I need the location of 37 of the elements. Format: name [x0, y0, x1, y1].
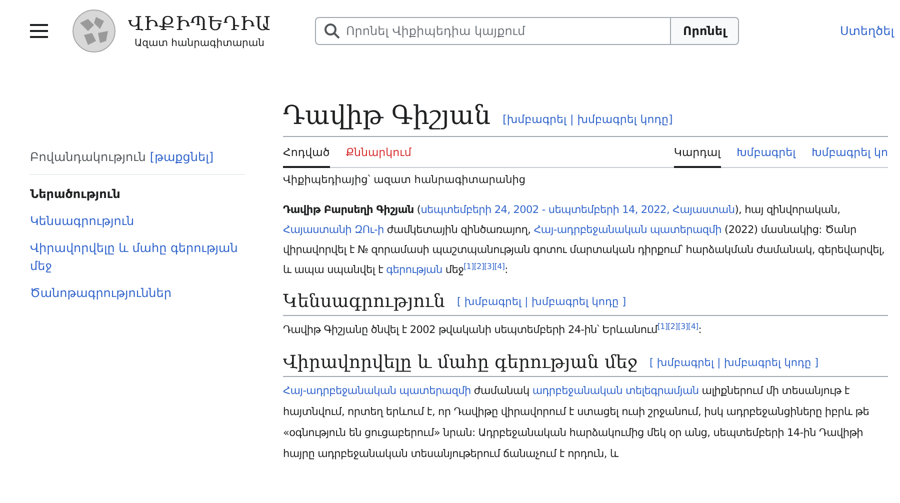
toc-item[interactable]: Կենսագրություն [30, 212, 245, 230]
logo-tagline: Ազատ հանրագիտարան [134, 36, 264, 50]
page-tab[interactable]: Հոդված [283, 137, 330, 168]
inline-link[interactable]: գերության [386, 264, 442, 276]
toc-title: Բովանդակություն [30, 149, 146, 166]
reference-link[interactable]: [1][2][3][4] [464, 262, 505, 272]
section-edit-links[interactable]: [ խմբագրել | խմբագրել կոդը ] [649, 356, 819, 372]
globe-logo-icon[interactable] [72, 9, 116, 53]
reference-link[interactable]: [1][2][3][4] [657, 322, 698, 332]
create-account-link[interactable]: Ստեղծել [840, 22, 894, 40]
toc-item[interactable]: Ծանոթագրություններ [30, 284, 245, 302]
paragraph: Հայ-ադրբեջանական պատերազմի ժամանակ ադրբեջանական տելեգրամյան ալիքներում մի տեսանյութ է հայտնվում, որտեղ երևում է, որ Դավիթը վիրավորում է ստացել ուսի շրջանում, իսկ ադրբեջանցիները իբրև թե «օգնություն են ցուցաբերում» նրան: Ադրբեջանական հարձակումից մեկ օր անց, սեպտեմբերի 14-ին Դավիթի հայրը ադրբեջանական տեսանյութերում ճանաչում է որդուն, և [283, 384, 870, 462]
section-edit-links[interactable]: [ խմբագրել | խմբագրել կոդը ] [457, 294, 626, 310]
site-tagline: Վիքիպեդիայից՝ ազատ հանրագիտարանից [283, 172, 527, 188]
search-icon [324, 23, 340, 39]
inline-link[interactable]: Հայ-ադրբեջանական պատերազմի [534, 224, 722, 236]
page-tab[interactable]: Քննարկում [346, 137, 412, 168]
section-heading: Կենսագրություն [283, 290, 445, 314]
page-tab[interactable]: Խմբագրել [736, 137, 796, 168]
inline-link[interactable]: ադրբեջանական տելեգրամյան [532, 385, 699, 398]
edit-links[interactable]: [խմբագրել | խմբագրել կոդը] [502, 112, 673, 128]
toc-item[interactable]: Ներածություն [30, 185, 245, 203]
search-button[interactable]: Որոնել [670, 17, 740, 45]
logo-wordmark[interactable]: ՎԻՔԻՊԵԴԻԱ [128, 12, 271, 36]
inline-link[interactable]: Հայ-ադրբեջանական պատերազմի [283, 385, 471, 398]
inline-link[interactable]: Հայաստանի ԶՈւ-ի [283, 224, 384, 236]
page-tab[interactable]: Խմբագրել կո [812, 137, 888, 168]
menu-icon[interactable] [30, 24, 48, 38]
toc-toggle-link[interactable]: [թաքցնել] [150, 148, 214, 166]
inline-link[interactable]: սեպտեմբերի 24, 2002 - սեպտեմբերի 14, 2022, Հայաստան [420, 204, 735, 216]
paragraph: Դավիթ Գիշյանը ծնվել է 2002 թվականի սեպտեմբերի 24-ին՝ Երևանում$^{[1][2][3][4]}$: [283, 321, 703, 338]
search-field[interactable]: Որոնել Վիքիպեդիա կայքում [314, 17, 671, 45]
paragraph: Դավիթ Բարսեղի Գիշյան (սեպտեմբերի 24, 2002 - սեպտեմբերի 14, 2022, Հայաստան), հայ զինվորական, Հայաստանի ԶՈւ-ի ժամկետային զինծառայող, Հայ-ադրբեջանական պատերազմի (2022) մասնակից: Ծանր վիրավորվել է № զորամասի պաշտպանության գոտու մարտական դիրքում՝ հարձակման ժամանակ, գերեվարվել, և ապա սպանվել է գերության մեջ$^{[1][2][3][4]}$: [283, 203, 886, 278]
page-tab[interactable]: Կարդալ [674, 137, 721, 168]
toc-item[interactable]: Վիրավորվելը և մահը գերության մեջ [30, 239, 245, 275]
section-heading: Վիրավորվելը և մահը գերության մեջ [283, 351, 638, 376]
page-title: Դավիթ Գիշյան [283, 100, 491, 132]
